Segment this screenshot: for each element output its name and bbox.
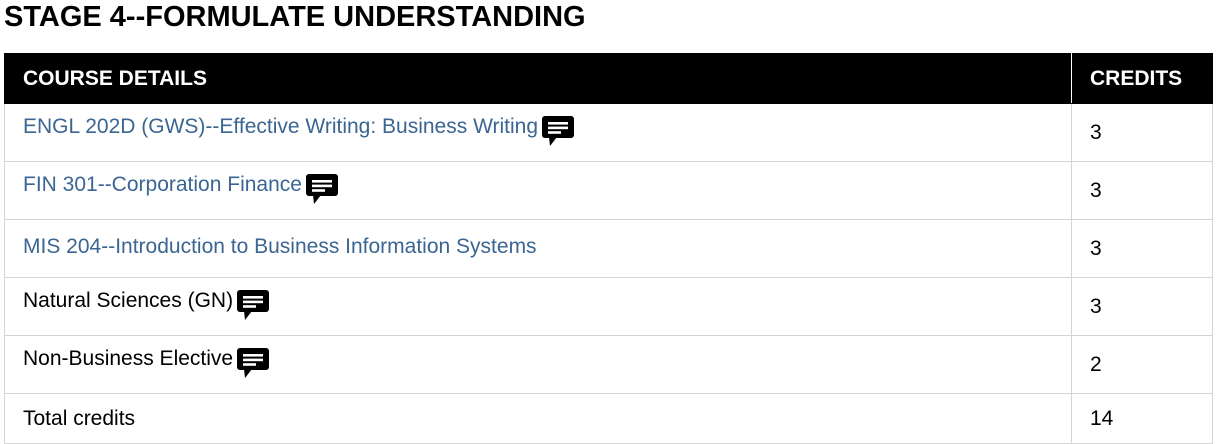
total-row: Total credits 14 bbox=[4, 393, 1213, 444]
course-detail-cell: MIS 204--Introduction to Business Inform… bbox=[4, 219, 1072, 278]
comment-icon[interactable] bbox=[236, 347, 270, 379]
course-link-fin-301[interactable]: FIN 301--Corporation Finance bbox=[23, 173, 302, 197]
table-row: Natural Sciences (GN) 3 bbox=[4, 277, 1213, 336]
course-requirement-natural-sciences: Natural Sciences (GN) bbox=[23, 288, 234, 312]
total-label: Total credits bbox=[4, 393, 1072, 444]
course-detail-cell: Natural Sciences (GN) bbox=[4, 277, 1072, 336]
table-row: MIS 204--Introduction to Business Inform… bbox=[4, 219, 1213, 278]
comment-icon[interactable] bbox=[305, 173, 339, 205]
credits-header: CREDITS bbox=[1071, 53, 1213, 104]
stage-title: STAGE 4--FORMULATE UNDERSTANDING bbox=[4, 1, 586, 33]
course-link-engl-202d[interactable]: ENGL 202D (GWS)--Effective Writing: Busi… bbox=[23, 115, 538, 139]
table-header-row: COURSE DETAILS CREDITS bbox=[4, 53, 1213, 104]
total-credits: 14 bbox=[1071, 393, 1213, 444]
credits-cell: 3 bbox=[1071, 161, 1213, 220]
table-row: FIN 301--Corporation Finance 3 bbox=[4, 161, 1213, 220]
course-requirement-non-business-elective: Non-Business Elective bbox=[23, 346, 234, 370]
course-table: COURSE DETAILS CREDITS ENGL 202D (GWS)--… bbox=[4, 53, 1213, 444]
credits-cell: 3 bbox=[1071, 219, 1213, 278]
course-detail-cell: FIN 301--Corporation Finance bbox=[4, 161, 1072, 220]
comment-icon[interactable] bbox=[541, 115, 575, 147]
course-details-header: COURSE DETAILS bbox=[4, 53, 1072, 104]
course-link-mis-204[interactable]: MIS 204--Introduction to Business Inform… bbox=[23, 235, 537, 259]
credits-cell: 3 bbox=[1071, 277, 1213, 336]
credits-cell: 3 bbox=[1071, 103, 1213, 162]
table-row: ENGL 202D (GWS)--Effective Writing: Busi… bbox=[4, 103, 1213, 162]
course-detail-cell: ENGL 202D (GWS)--Effective Writing: Busi… bbox=[4, 103, 1072, 162]
program-stage-section: STAGE 4--FORMULATE UNDERSTANDING COURSE … bbox=[0, 0, 1220, 444]
credits-cell: 2 bbox=[1071, 335, 1213, 394]
comment-icon[interactable] bbox=[236, 289, 270, 321]
course-detail-cell: Non-Business Elective bbox=[4, 335, 1072, 394]
table-row: Non-Business Elective 2 bbox=[4, 335, 1213, 394]
